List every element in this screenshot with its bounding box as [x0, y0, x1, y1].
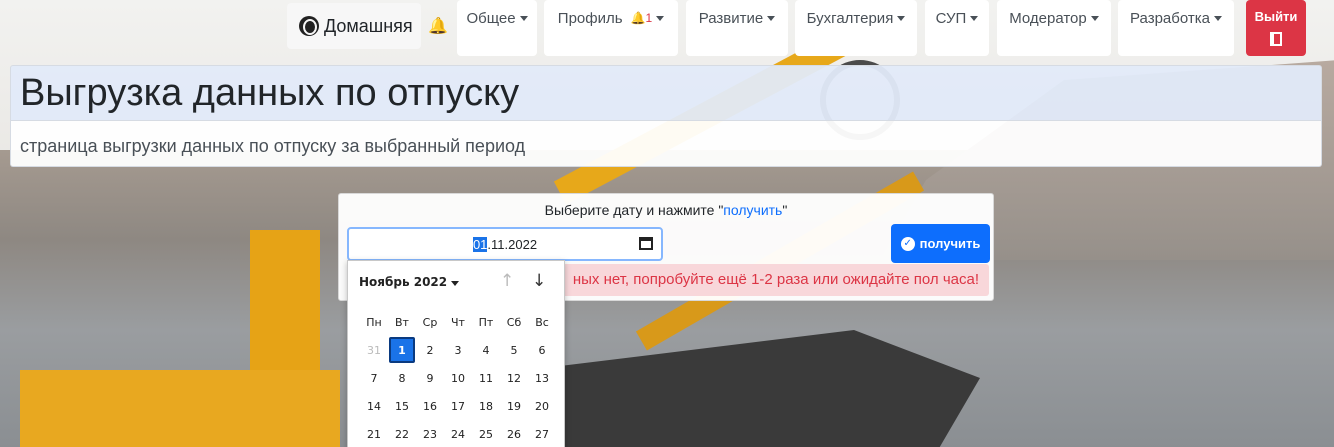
calendar-day[interactable]: 10	[444, 364, 472, 392]
caret-down-icon	[897, 16, 906, 21]
calendar-day[interactable]: 2	[416, 336, 444, 364]
nav-menu-label: Развитие	[698, 10, 764, 27]
logout-label: Выйти	[1254, 9, 1298, 24]
hint-link[interactable]: получить	[723, 202, 782, 218]
next-month-arrow-icon[interactable]: ↓	[532, 271, 546, 291]
date-rest-segment: .11.2022	[487, 236, 538, 252]
calendar-day[interactable]: 20	[528, 392, 556, 420]
globe-icon	[299, 16, 319, 36]
calendar-day[interactable]: 19	[500, 392, 528, 420]
weekday-header: Пт	[478, 315, 494, 329]
subtitle-card: страница выгрузки данных по отпуску за в…	[10, 121, 1322, 167]
calendar-day[interactable]: 27	[528, 420, 556, 447]
nav-menu-accounting[interactable]: Бухгалтерия	[795, 0, 917, 56]
calendar-day[interactable]: 8	[388, 364, 416, 392]
caret-down-icon	[1213, 16, 1222, 21]
weekday-header: Ср	[422, 315, 438, 329]
calendar-day[interactable]: 23	[416, 420, 444, 447]
previous-month-arrow-icon[interactable]: ↑	[500, 271, 514, 291]
weekday-header: Чт	[451, 315, 465, 329]
month-year-selector[interactable]: Ноябрь 2022	[359, 275, 460, 289]
nav-menu-label: Профиль	[557, 10, 623, 27]
nav-menu-label: Общее	[466, 10, 516, 27]
calendar-day[interactable]: 9	[416, 364, 444, 392]
page-subtitle: страница выгрузки данных по отпуску за в…	[20, 136, 526, 156]
calendar-day[interactable]: 15	[388, 392, 416, 420]
date-input[interactable]: 01.11.2022	[347, 227, 663, 261]
check-circle-icon: ✓	[900, 236, 915, 251]
logout-button[interactable]: Выйти	[1246, 0, 1306, 56]
calendar-day[interactable]: 11	[472, 364, 500, 392]
calendar-day[interactable]: 22	[388, 420, 416, 447]
get-button-label: получить	[919, 236, 981, 251]
calendar-day[interactable]: 14	[360, 392, 388, 420]
caret-down-icon	[767, 16, 776, 21]
caret-down-icon	[519, 16, 528, 21]
nav-menu-profile[interactable]: Профиль 🔔1	[544, 0, 678, 56]
calendar-day[interactable]: 13	[528, 364, 556, 392]
weekday-header: Вс	[535, 315, 549, 329]
weekday-header: Сб	[506, 315, 522, 329]
door-icon	[1270, 32, 1282, 46]
nav-menu-moderator[interactable]: Модератор	[997, 0, 1111, 56]
calendar-day[interactable]: 7	[360, 364, 388, 392]
weekday-header: Вт	[395, 315, 409, 329]
caret-down-icon	[970, 16, 979, 21]
calendar-day[interactable]: 1	[388, 336, 416, 364]
calendar-day[interactable]: 4	[472, 336, 500, 364]
bell-icon[interactable]: 🔔	[428, 16, 448, 36]
calendar-day[interactable]: 12	[500, 364, 528, 392]
date-day-segment[interactable]: 01	[472, 236, 488, 252]
calendar-day[interactable]: 25	[472, 420, 500, 447]
nav-home-label: Домашняя	[324, 15, 413, 36]
caret-down-icon	[1090, 16, 1099, 21]
get-button[interactable]: ✓ получить	[891, 224, 990, 263]
title-card: Выгрузка данных по отпуску	[10, 65, 1322, 121]
notification-badge: 🔔1	[630, 11, 653, 25]
calendar-day[interactable]: 18	[472, 392, 500, 420]
weekday-header: Пн	[366, 315, 382, 329]
date-picker-popup: Ноябрь 2022 ↑ ↓ Пн Вт Ср Чт Пт Сб Вс 31 1 2 3 4 5 6 7 8…	[347, 260, 565, 447]
calendar-grid: Пн Вт Ср Чт Пт Сб Вс 31 1 2 3 4 5 6 7 8 9 10 11 12 13 14 15 16 1…	[360, 308, 556, 447]
nav-menu-label: Модератор	[1009, 10, 1087, 27]
nav-menu-general[interactable]: Общее	[457, 0, 537, 56]
calendar-day[interactable]: 3	[444, 336, 472, 364]
nav-menu-label: СУП	[935, 10, 967, 27]
calendar-day[interactable]: 5	[500, 336, 528, 364]
calendar-day[interactable]: 31	[360, 336, 388, 364]
form-hint: Выберите дату и нажмите "получить"	[544, 202, 788, 218]
caret-down-icon	[656, 16, 665, 21]
calendar-day[interactable]: 16	[416, 392, 444, 420]
top-navbar: Домашняя 🔔 Общее Профиль 🔔1 Развитие Бух…	[0, 0, 1334, 58]
calendar-day[interactable]: 26	[500, 420, 528, 447]
caret-down-icon	[451, 281, 460, 286]
nav-menu-development[interactable]: Развитие	[686, 0, 788, 56]
calendar-day[interactable]: 21	[360, 420, 388, 447]
nav-menu-label: Бухгалтерия	[806, 10, 894, 27]
calendar-day[interactable]: 17	[444, 392, 472, 420]
calendar-day[interactable]: 6	[528, 336, 556, 364]
page-title: Выгрузка данных по отпуску	[20, 72, 520, 114]
calendar-icon[interactable]	[639, 237, 653, 250]
calendar-day[interactable]: 24	[444, 420, 472, 447]
nav-menu-dev-tools[interactable]: Разработка	[1118, 0, 1234, 56]
nav-menu-label: Разработка	[1130, 10, 1210, 27]
nav-menu-sup[interactable]: СУП	[925, 0, 989, 56]
nav-home-link[interactable]: Домашняя	[287, 3, 421, 49]
